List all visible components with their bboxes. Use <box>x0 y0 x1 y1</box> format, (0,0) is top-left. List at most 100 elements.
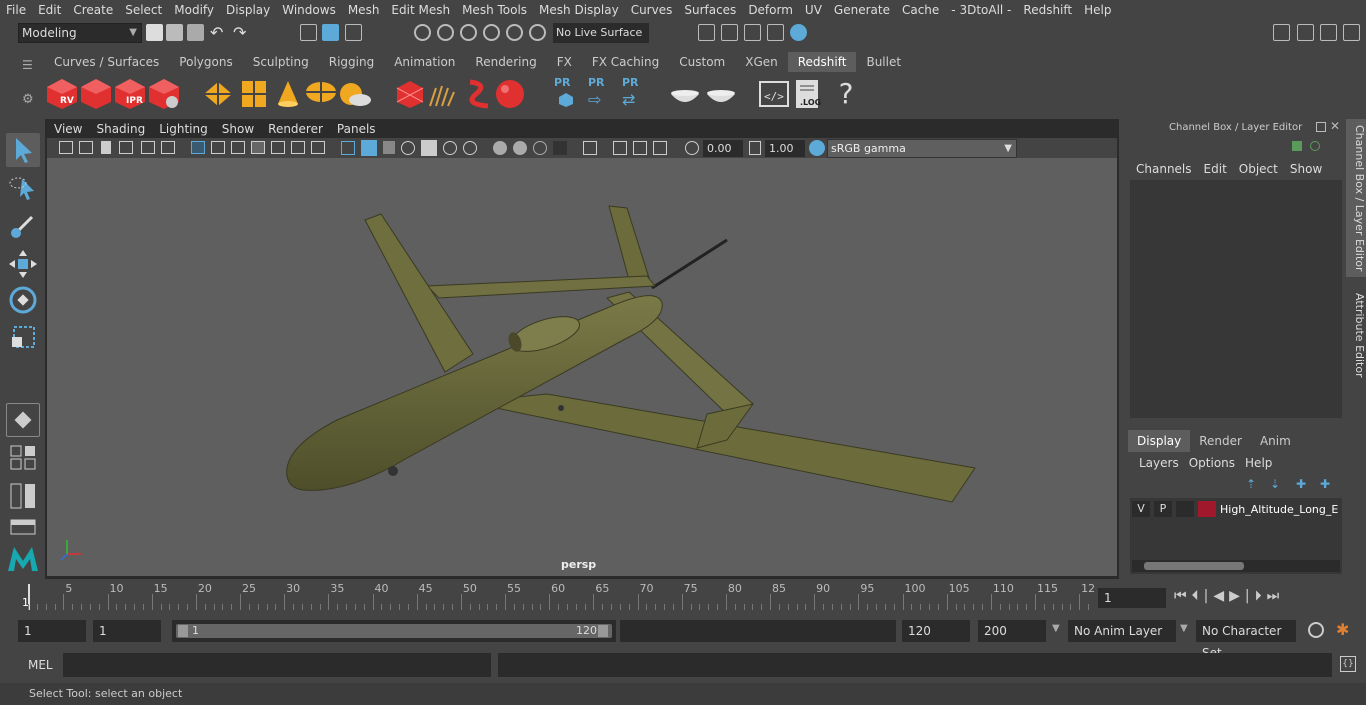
rs-render-settings-icon[interactable] <box>148 78 180 110</box>
shelf-tab-rendering[interactable]: Rendering <box>465 52 546 72</box>
rs-ipr-icon[interactable]: IPR <box>114 78 146 110</box>
select-component-icon[interactable] <box>345 24 362 41</box>
menu-redshift[interactable]: Redshift <box>1017 0 1078 20</box>
color-management-icon[interactable] <box>809 140 825 156</box>
shadows-icon[interactable] <box>463 141 477 155</box>
move-layer-up-icon[interactable]: ⇡ <box>1246 477 1256 491</box>
shelf-tab-fx[interactable]: FX <box>547 52 582 72</box>
make-live-icon[interactable] <box>529 24 546 41</box>
layer-name[interactable]: High_Altitude_Long_E <box>1220 503 1338 516</box>
rs-light-rect-icon[interactable] <box>202 78 234 110</box>
gear-icon[interactable]: ⚙ <box>22 92 34 107</box>
rs-log-icon[interactable]: .LOG <box>792 78 824 110</box>
playback-start-field[interactable]: 1 <box>93 620 161 642</box>
shelf-tab-fx-caching[interactable]: FX Caching <box>582 52 669 72</box>
range-handle-start[interactable] <box>178 625 188 637</box>
anim-layer-select[interactable]: No Anim Layer <box>1068 620 1176 642</box>
menu-curves[interactable]: Curves <box>625 0 679 20</box>
layer-row[interactable]: V P High_Altitude_Long_E <box>1132 500 1340 518</box>
float-panel-icon[interactable] <box>1316 122 1326 132</box>
scrollbar-thumb[interactable] <box>1144 562 1244 570</box>
rs-pr-cube-icon[interactable]: PR <box>550 76 582 110</box>
menu-cache[interactable]: Cache <box>896 0 945 20</box>
animation-prefs-icon[interactable]: ✱ <box>1336 620 1349 639</box>
playback-end-field[interactable]: 120 <box>902 620 970 642</box>
move-layer-down-icon[interactable]: ⇣ <box>1270 477 1280 491</box>
shelf-tab-animation[interactable]: Animation <box>384 52 465 72</box>
textured-icon[interactable] <box>421 140 437 156</box>
scale-tool-icon[interactable] <box>6 319 40 353</box>
exposure-field[interactable]: 0.00 <box>703 140 743 157</box>
gamma-icon[interactable] <box>749 141 761 155</box>
step-forward-key-icon[interactable]: ⏵ <box>1255 588 1267 604</box>
cb-menu-show[interactable]: Show <box>1284 162 1328 176</box>
gate-mask-icon[interactable] <box>251 141 265 154</box>
move-tool-icon[interactable] <box>6 247 40 281</box>
layer-scrollbar[interactable] <box>1132 560 1340 572</box>
menu-mesh[interactable]: Mesh <box>342 0 386 20</box>
rs-render-sequence-icon[interactable] <box>80 78 112 110</box>
2d-pan-zoom-icon[interactable] <box>141 141 155 154</box>
layer-menu-options[interactable]: Options <box>1184 456 1240 470</box>
menu-3dtoall[interactable]: - 3DtoAll - <box>945 0 1017 20</box>
ipr-render-icon[interactable] <box>744 24 761 41</box>
gamma-field[interactable]: 1.00 <box>765 140 805 157</box>
two-pane-layout-icon[interactable] <box>6 481 40 511</box>
single-pane-layout-icon[interactable] <box>6 443 40 473</box>
select-object-icon[interactable] <box>322 24 339 41</box>
default-material-icon[interactable] <box>383 141 395 154</box>
lasso-tool-icon[interactable] <box>6 171 40 205</box>
cb-menu-edit[interactable]: Edit <box>1198 162 1233 176</box>
scene-start-field[interactable]: 1 <box>18 620 86 642</box>
character-set-select[interactable]: No Character Set <box>1196 620 1296 660</box>
menu-mesh-display[interactable]: Mesh Display <box>533 0 625 20</box>
rs-sphere-icon[interactable] <box>494 78 526 110</box>
wireframe-on-shaded-icon[interactable] <box>401 141 415 155</box>
hypershade-icon[interactable] <box>790 24 807 41</box>
menu-create[interactable]: Create <box>67 0 119 20</box>
soft-select-icon[interactable] <box>6 403 40 437</box>
layer-tab-render[interactable]: Render <box>1190 430 1251 452</box>
3d-viewport[interactable]: persp <box>47 158 1117 576</box>
color-space-select[interactable]: sRGB gamma ▼ <box>827 139 1017 158</box>
channel-box-area[interactable] <box>1130 180 1342 418</box>
menu-help[interactable]: Help <box>1078 0 1117 20</box>
grid-icon[interactable] <box>191 141 205 154</box>
depth-of-field-icon[interactable] <box>553 141 567 155</box>
menu-display[interactable]: Display <box>220 0 276 20</box>
range-slider[interactable]: 1 120 <box>172 620 616 642</box>
vp-menu-show[interactable]: Show <box>215 120 261 138</box>
rs-dome-light-icon[interactable] <box>304 78 336 110</box>
side-tab-attribute-editor[interactable]: Attribute Editor <box>1346 285 1366 385</box>
modeling-toolkit-icon[interactable] <box>1297 24 1314 41</box>
shelf-tab-redshift[interactable]: Redshift <box>787 52 857 72</box>
shelf-menu-icon[interactable]: ☰ <box>22 58 33 72</box>
rs-material-bowl-2-icon[interactable] <box>704 78 736 110</box>
menu-select[interactable]: Select <box>119 0 168 20</box>
scene-end-field[interactable]: 200 <box>978 620 1046 642</box>
layer-menu-layers[interactable]: Layers <box>1134 456 1184 470</box>
xray-joints-icon[interactable] <box>633 141 647 155</box>
resolution-gate-icon[interactable] <box>231 141 245 154</box>
render-frame-icon[interactable] <box>698 24 715 41</box>
grease-pencil-icon[interactable] <box>161 141 175 154</box>
step-back-key-icon[interactable]: ⏴ <box>1192 588 1204 604</box>
layer-display-type[interactable] <box>1176 501 1194 517</box>
shelf-tab-xgen[interactable]: XGen <box>735 52 788 72</box>
safe-title-icon[interactable] <box>311 141 325 154</box>
snap-point-icon[interactable] <box>460 24 477 41</box>
layer-menu-help[interactable]: Help <box>1240 456 1277 470</box>
field-chart-icon[interactable] <box>271 141 285 154</box>
vp-menu-renderer[interactable]: Renderer <box>261 120 330 138</box>
menu-modify[interactable]: Modify <box>168 0 220 20</box>
channel-toggle-icon[interactable] <box>1292 141 1302 151</box>
snap-curve-icon[interactable] <box>437 24 454 41</box>
vp-menu-view[interactable]: View <box>47 120 89 138</box>
rs-spot-light-icon[interactable] <box>272 78 304 110</box>
new-scene-icon[interactable] <box>146 24 163 41</box>
menu-deform[interactable]: Deform <box>742 0 799 20</box>
menu-windows[interactable]: Windows <box>276 0 342 20</box>
layer-visibility-toggle[interactable]: V <box>1132 501 1150 517</box>
command-input[interactable] <box>63 653 491 677</box>
menu-edit-mesh[interactable]: Edit Mesh <box>385 0 456 20</box>
